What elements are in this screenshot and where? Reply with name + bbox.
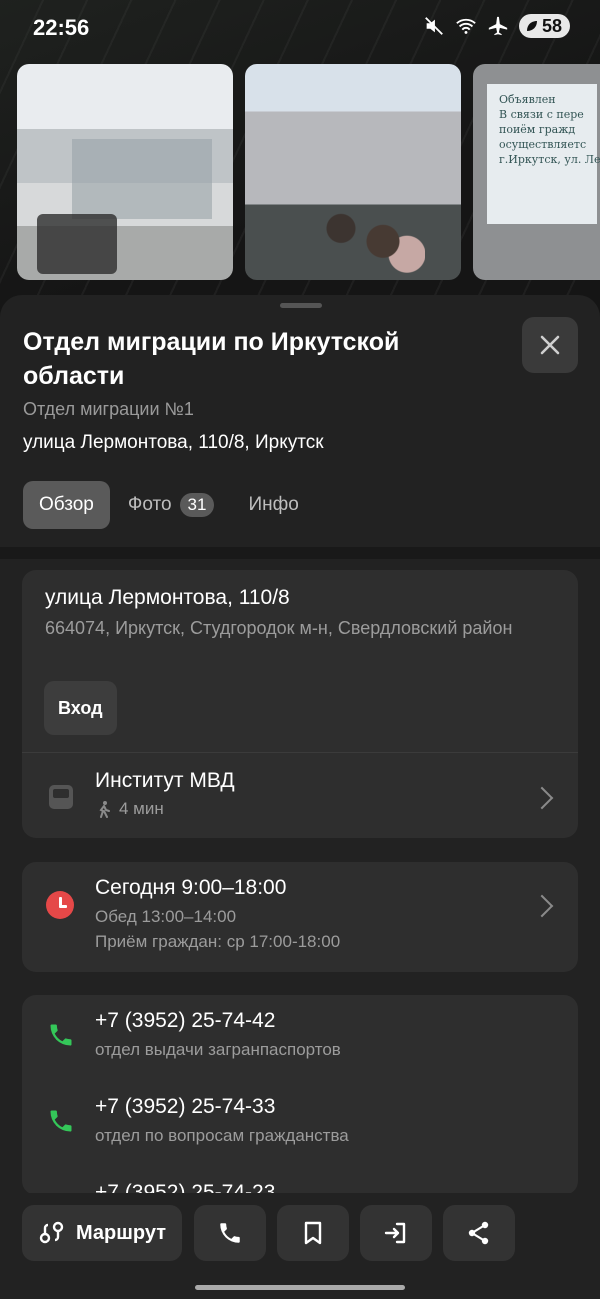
chevron-right-icon bbox=[530, 786, 554, 810]
close-button[interactable] bbox=[522, 317, 578, 373]
phone-number: +7 (3952) 25-74-42 bbox=[95, 1009, 276, 1032]
status-time: 22:56 bbox=[33, 15, 90, 40]
phone-description: отдел выдачи загранпаспортов bbox=[95, 1040, 341, 1059]
bookmark-icon bbox=[304, 1221, 322, 1245]
battery-indicator: 58 bbox=[518, 14, 570, 38]
address-card: улица Лермонтова, 110/8 664074, Иркутск,… bbox=[22, 570, 578, 838]
phone-icon bbox=[50, 1110, 72, 1132]
photo-interior[interactable] bbox=[17, 64, 233, 280]
phone-icon bbox=[220, 1223, 240, 1243]
photo-carousel[interactable]: Объявлен В связи с пере поиём гражд осущ… bbox=[17, 64, 600, 280]
address-details: 664074, Иркутск, Студгородок м-н, Свердл… bbox=[45, 618, 513, 638]
phone-description: отдел по вопросам гражданства bbox=[95, 1126, 349, 1145]
share-icon bbox=[468, 1221, 489, 1245]
enter-button[interactable] bbox=[360, 1205, 432, 1261]
hours-reception: Приём граждан: ср 17:00-18:00 bbox=[95, 932, 341, 951]
phone-row[interactable]: +7 (3952) 25-74-33 отдел по вопросам гра… bbox=[22, 1081, 578, 1161]
battery-level: 58 bbox=[541, 15, 562, 36]
tab-photos[interactable]: Фото 31 bbox=[128, 481, 215, 529]
section-divider bbox=[0, 547, 600, 559]
place-address: улица Лермонтова, 110/8, Иркутск bbox=[23, 432, 324, 453]
bookmark-button[interactable] bbox=[277, 1205, 349, 1261]
bottom-action-bar: Маршрут bbox=[0, 1193, 600, 1299]
walk-icon bbox=[99, 801, 110, 818]
place-subtitle: Отдел миграции №1 bbox=[23, 399, 194, 419]
photos-count-badge: 31 bbox=[179, 493, 215, 517]
phone-row[interactable]: +7 (3952) 25-74-23 bbox=[22, 1167, 578, 1195]
phone-row[interactable]: +7 (3952) 25-74-42 отдел выдачи загранпа… bbox=[22, 995, 578, 1075]
close-icon bbox=[540, 335, 560, 355]
tab-bar: Обзор Фото 31 Инфо bbox=[23, 481, 315, 529]
place-title: Отдел миграции по Иркутской области bbox=[23, 328, 400, 390]
login-icon bbox=[384, 1222, 406, 1244]
hours-card[interactable]: Сегодня 9:00–18:00 Обед 13:00–14:00 Приё… bbox=[22, 862, 578, 972]
tab-photos-label: Фото bbox=[127, 494, 172, 515]
address-street[interactable]: улица Лермонтова, 110/8 bbox=[45, 586, 290, 610]
status-icons: 58 bbox=[423, 14, 570, 38]
hours-lunch: Обед 13:00–14:00 bbox=[95, 907, 237, 926]
tab-info[interactable]: Инфо bbox=[232, 481, 314, 529]
wifi-icon bbox=[456, 18, 476, 34]
route-button-label: Маршрут bbox=[75, 1221, 167, 1244]
card-divider bbox=[22, 752, 578, 753]
status-bar: 22:56 58 bbox=[0, 0, 600, 58]
share-button[interactable] bbox=[443, 1205, 515, 1261]
photo-announcement[interactable]: Объявлен В связи с пере поиём гражд осущ… bbox=[473, 64, 600, 280]
mute-icon bbox=[425, 17, 443, 35]
phones-card: +7 (3952) 25-74-42 отдел выдачи загранпа… bbox=[22, 995, 578, 1195]
sheet-drag-handle[interactable] bbox=[280, 303, 322, 308]
tab-overview[interactable]: Обзор bbox=[23, 481, 110, 529]
airplane-icon bbox=[488, 16, 508, 36]
route-icon bbox=[39, 1221, 64, 1244]
transit-stop-name: Институт МВД bbox=[95, 769, 235, 792]
photo-building-queue[interactable] bbox=[245, 64, 461, 280]
phone-number: +7 (3952) 25-74-33 bbox=[95, 1095, 276, 1118]
home-indicator[interactable] bbox=[195, 1285, 405, 1290]
announcement-text: Объявлен В связи с пере поиём гражд осущ… bbox=[499, 93, 600, 166]
walk-time: 4 мин bbox=[95, 799, 164, 819]
chevron-right-icon bbox=[530, 894, 554, 918]
leaf-icon bbox=[526, 21, 537, 31]
bus-icon bbox=[49, 785, 73, 809]
walk-time-text: 4 мин bbox=[119, 799, 164, 818]
call-button[interactable] bbox=[194, 1205, 266, 1261]
route-button[interactable]: Маршрут bbox=[22, 1205, 182, 1261]
place-sheet: Отдел миграции по Иркутской области Отде… bbox=[0, 295, 600, 1299]
clock-icon bbox=[46, 891, 74, 919]
entrance-button[interactable]: Вход bbox=[44, 681, 117, 735]
hours-today: Сегодня 9:00–18:00 bbox=[95, 876, 287, 899]
phone-icon bbox=[50, 1024, 72, 1046]
